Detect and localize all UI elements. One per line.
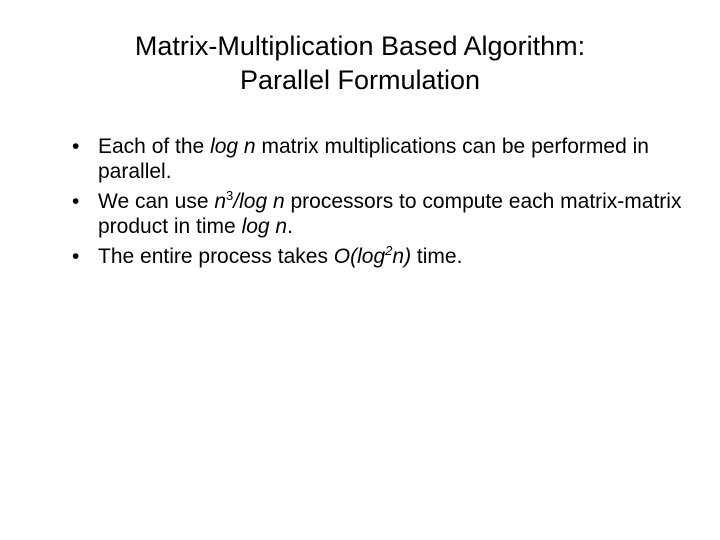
title-line-2: Parallel Formulation	[240, 65, 480, 95]
bullet-2-text-1: We can use	[98, 190, 214, 213]
bullet-2-logn-2: log n	[242, 215, 288, 238]
bullet-2-n: n	[214, 190, 226, 213]
bullet-3-O: O(log	[334, 245, 385, 268]
bullet-1-text-1: Each of the	[98, 135, 210, 158]
bullet-1-logn: log n	[210, 135, 256, 158]
bullet-2-text-4: .	[287, 215, 293, 238]
bullet-2: We can use n3/log n processors to comput…	[66, 189, 684, 240]
bullet-3-text-2: time.	[411, 245, 462, 268]
bullet-3-n: n)	[392, 245, 411, 268]
slide-title: Matrix-Multiplication Based Algorithm: P…	[96, 30, 624, 98]
bullet-1: Each of the log n matrix multiplications…	[66, 134, 684, 185]
bullet-list: Each of the log n matrix multiplications…	[66, 134, 684, 270]
title-line-1: Matrix-Multiplication Based Algorithm:	[135, 31, 585, 61]
bullet-2-logn: log n	[239, 190, 285, 213]
bullet-3-text-1: The entire process takes	[98, 245, 334, 268]
bullet-3: The entire process takes O(log2n) time.	[66, 244, 684, 270]
slide: Matrix-Multiplication Based Algorithm: P…	[0, 0, 720, 540]
